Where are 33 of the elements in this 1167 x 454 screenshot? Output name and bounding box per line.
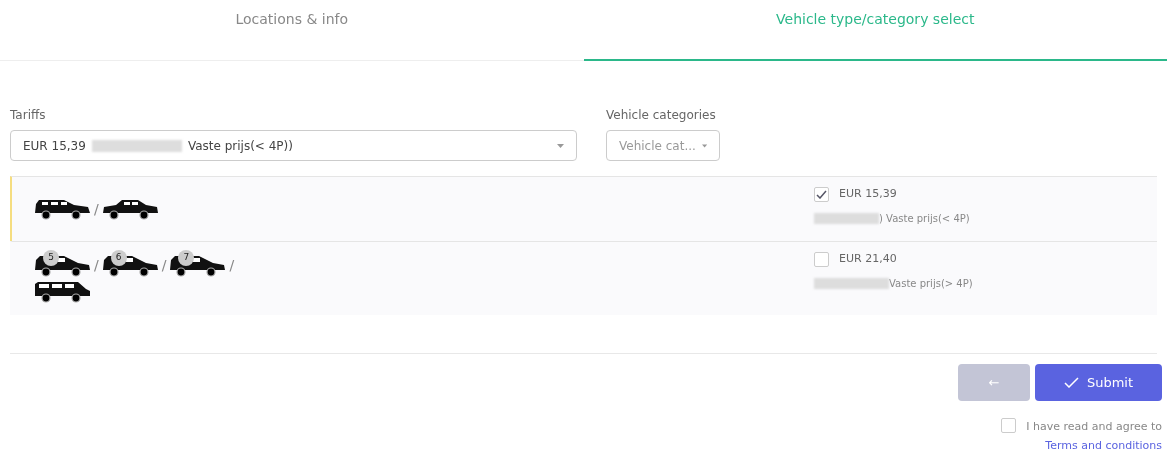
checkbox[interactable] xyxy=(814,251,829,267)
tariff-select[interactable]: EUR 15,39 Vaste prijs(< 4P)) xyxy=(10,130,577,161)
tab[interactable]: Vehicle type/category select xyxy=(583,0,1167,61)
seat-badge: 5 xyxy=(43,249,59,266)
checkbox[interactable] xyxy=(814,186,829,202)
van-icon xyxy=(34,280,91,303)
field-label: Tariffs xyxy=(10,107,47,122)
tariff-description: ) Vaste prijs(< 4P) xyxy=(879,211,970,226)
category-dropdown[interactable]: Vehicle cat... xyxy=(606,130,720,161)
tab[interactable]: Locations & info xyxy=(0,0,584,60)
seat-badge: 6 xyxy=(110,249,127,266)
caret-icon xyxy=(701,143,707,148)
separator: / xyxy=(94,256,99,275)
check-icon xyxy=(816,189,827,199)
field-label: Vehicle categories xyxy=(606,107,717,122)
tariff-description: Vaste prijs(> 4P) xyxy=(889,276,973,291)
caret-icon xyxy=(557,143,564,148)
car-icon xyxy=(34,198,91,220)
option-row[interactable]: 5 / 6 / 7 / EUR 21,40 Vaste prijs(> 4P) xyxy=(10,241,1157,315)
checkbox[interactable] xyxy=(1001,418,1017,433)
agreement-text: I have read and agree to xyxy=(1026,419,1162,435)
car-icon xyxy=(101,198,159,220)
check-icon xyxy=(1063,377,1079,388)
separator: / xyxy=(94,199,99,219)
price: EUR 21,40 xyxy=(839,251,897,267)
seat-badge: 7 xyxy=(178,249,195,266)
separator: / xyxy=(229,256,235,275)
price: EUR 15,39 xyxy=(839,186,897,202)
redaction-block xyxy=(814,212,879,224)
terms-link[interactable]: Terms and conditions xyxy=(1045,436,1162,454)
submit-button[interactable]: Submit xyxy=(1035,364,1162,401)
option-row[interactable]: / EUR 15,39 ) Vaste prijs(< 4P) xyxy=(10,176,1157,241)
separator: / xyxy=(161,256,167,275)
